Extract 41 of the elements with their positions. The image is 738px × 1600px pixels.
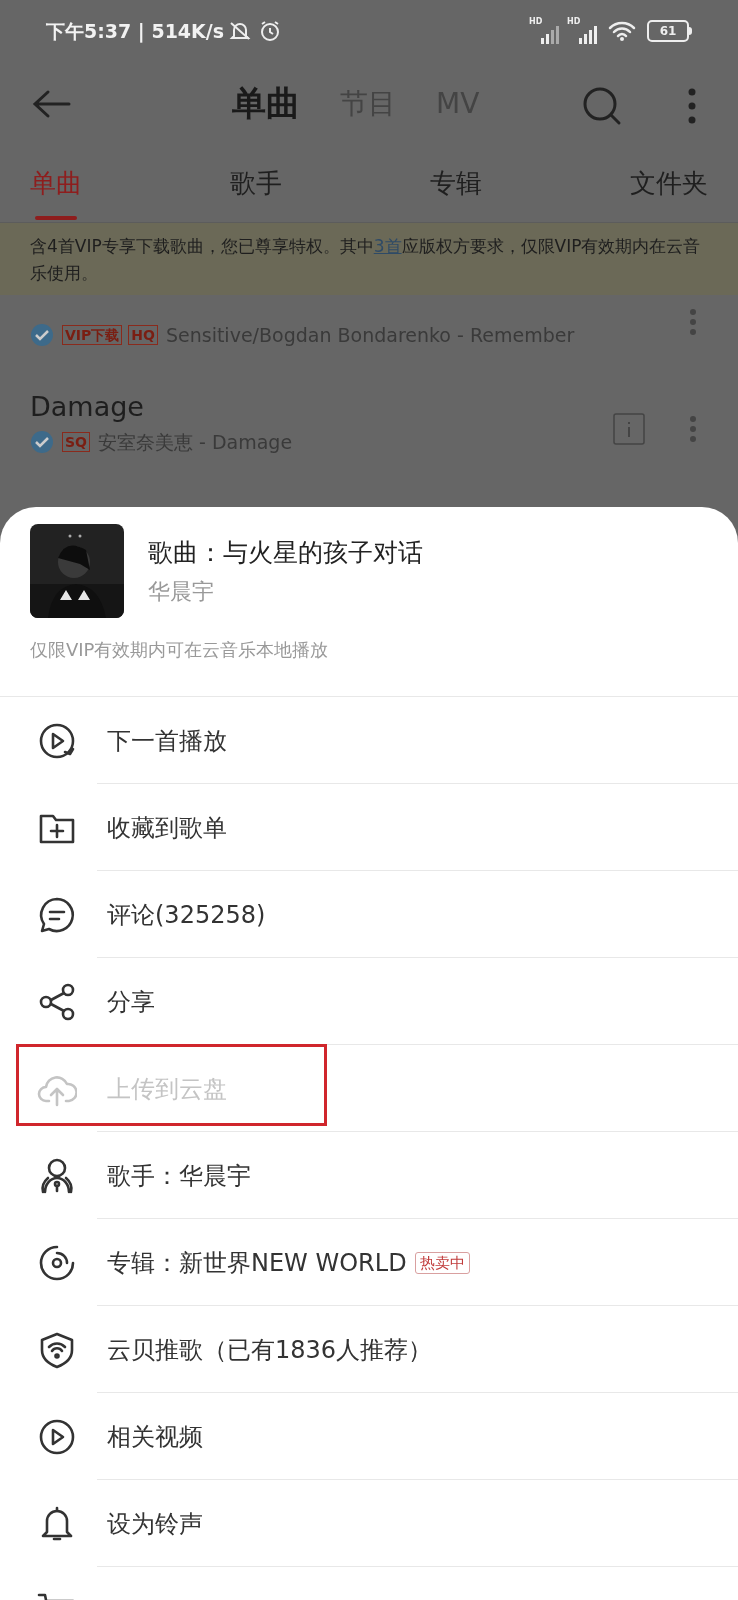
menu-label: 收藏到歌单 (107, 812, 227, 844)
share-icon (37, 981, 77, 1022)
status-time: 下午5:37 | 514K/s (46, 18, 225, 45)
more-icon (689, 308, 697, 336)
info-icon (613, 413, 645, 445)
battery-icon: 61 (647, 20, 689, 42)
signal-label: HD (529, 18, 543, 26)
menu-item[interactable]: 收藏到歌单 (0, 784, 738, 871)
quality-tag: VIP下载 (62, 325, 123, 345)
wifi-icon (607, 20, 637, 42)
signal-label: HD (567, 18, 581, 26)
song-title: Damage (30, 391, 144, 422)
menu-label: 歌手：华晨宇 (107, 1160, 251, 1192)
menu-item[interactable]: 云贝推歌（已有1836人推荐） (0, 1306, 738, 1393)
menu-item[interactable]: 评论(325258) (0, 871, 738, 958)
sheet-artist: 华晨宇 (148, 578, 215, 607)
sheet-song-title: 歌曲：与火星的孩子对话 (148, 536, 423, 569)
search-icon (582, 86, 622, 126)
playback-note: 仅限VIP有效期内可在云音乐本地播放 (30, 638, 330, 662)
quality-tag: HQ (128, 325, 158, 345)
menu-label: 分享 (107, 986, 155, 1018)
mute-icon (228, 19, 253, 43)
more-icon (689, 415, 697, 443)
hot-tag: 热卖中 (414, 1251, 470, 1274)
vip-notice: 含4首VIP专享下载歌曲，您已尊享特权。其中3首应版权方要求，仅限VIP有效期内在云音乐使用。 (30, 235, 702, 285)
menu-item[interactable]: 相关视频 (0, 1393, 738, 1480)
menu-label: 相关视频 (107, 1421, 203, 1453)
menu-item[interactable]: 歌手：华晨宇 (0, 1132, 738, 1219)
menu-item[interactable]: 下一首播放 (0, 697, 738, 784)
menu-item[interactable]: 分享 (0, 958, 738, 1045)
more-icon (688, 88, 696, 124)
menu-label: 评论(325258) (107, 899, 266, 931)
back-icon (32, 89, 72, 119)
menu-label: 云贝推歌（已有1836人推荐） (107, 1334, 433, 1366)
menu-label: 下一首播放 (107, 725, 227, 757)
menu-item[interactable]: 专辑：新世界NEW WORLD 热卖中 (0, 1219, 738, 1306)
menu-label: 上传到云盘 (107, 1073, 227, 1105)
quality-tag: SQ (62, 432, 90, 452)
menu-item[interactable]: 设为铃声 (0, 1480, 738, 1567)
menu-label: 专辑：新世界NEW WORLD (107, 1247, 407, 1279)
menu-label: 设为铃声 (107, 1508, 203, 1540)
